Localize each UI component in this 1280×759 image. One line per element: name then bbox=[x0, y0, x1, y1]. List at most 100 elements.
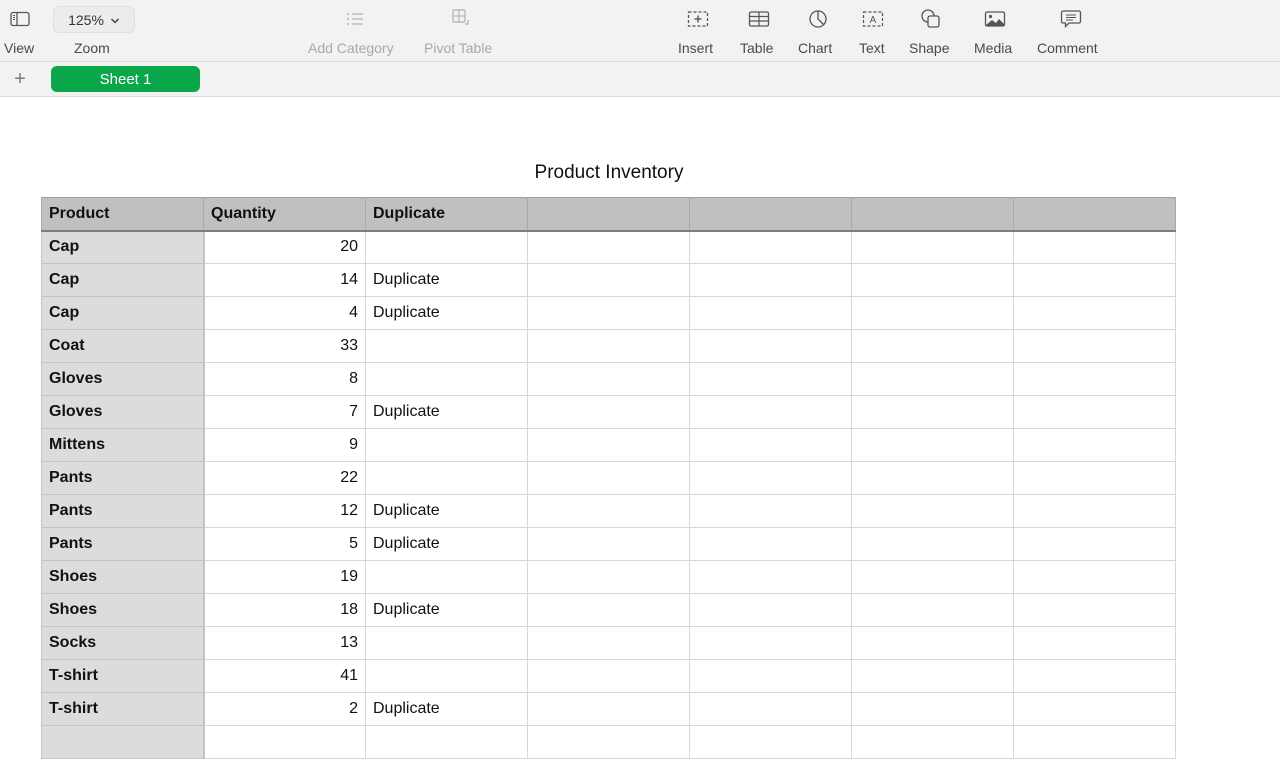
empty-cell[interactable] bbox=[1013, 230, 1176, 264]
duplicate-cell[interactable] bbox=[365, 362, 528, 396]
empty-cell[interactable] bbox=[527, 527, 690, 561]
empty-cell[interactable] bbox=[527, 593, 690, 627]
empty-cell[interactable] bbox=[527, 296, 690, 330]
empty-cell[interactable] bbox=[689, 692, 852, 726]
empty-cell[interactable] bbox=[851, 593, 1014, 627]
duplicate-cell[interactable] bbox=[365, 626, 528, 660]
comment-button[interactable]: Comment bbox=[1035, 0, 1107, 62]
empty-cell[interactable] bbox=[689, 725, 852, 759]
duplicate-cell[interactable] bbox=[365, 461, 528, 495]
empty-cell[interactable] bbox=[527, 263, 690, 297]
quantity-cell[interactable]: 5 bbox=[203, 527, 366, 561]
insert-button[interactable]: Insert bbox=[675, 0, 721, 62]
quantity-cell[interactable]: 9 bbox=[203, 428, 366, 462]
product-cell[interactable]: T-shirt bbox=[41, 692, 205, 726]
quantity-cell[interactable]: 22 bbox=[203, 461, 366, 495]
duplicate-cell[interactable]: Duplicate bbox=[365, 527, 528, 561]
quantity-cell[interactable]: 14 bbox=[203, 263, 366, 297]
quantity-cell[interactable]: 18 bbox=[203, 593, 366, 627]
table-button[interactable]: Table bbox=[738, 0, 780, 62]
empty-cell[interactable] bbox=[689, 362, 852, 396]
empty-cell[interactable] bbox=[527, 560, 690, 594]
empty-cell[interactable] bbox=[527, 395, 690, 429]
empty-cell[interactable] bbox=[851, 692, 1014, 726]
empty-cell[interactable] bbox=[689, 329, 852, 363]
empty-cell[interactable] bbox=[527, 428, 690, 462]
quantity-cell[interactable]: 13 bbox=[203, 626, 366, 660]
product-cell[interactable]: Mittens bbox=[41, 428, 205, 462]
duplicate-cell[interactable] bbox=[365, 560, 528, 594]
column-header[interactable] bbox=[1013, 197, 1176, 232]
product-cell[interactable]: Coat bbox=[41, 329, 205, 363]
column-header[interactable] bbox=[527, 197, 690, 232]
empty-cell[interactable] bbox=[1013, 527, 1176, 561]
quantity-cell[interactable] bbox=[203, 725, 366, 759]
shape-button[interactable]: Shape bbox=[906, 0, 956, 62]
empty-cell[interactable] bbox=[689, 230, 852, 264]
empty-cell[interactable] bbox=[1013, 428, 1176, 462]
empty-cell[interactable] bbox=[851, 494, 1014, 528]
empty-cell[interactable] bbox=[1013, 725, 1176, 759]
empty-cell[interactable] bbox=[1013, 593, 1176, 627]
empty-cell[interactable] bbox=[1013, 395, 1176, 429]
empty-cell[interactable] bbox=[851, 428, 1014, 462]
empty-cell[interactable] bbox=[851, 296, 1014, 330]
product-cell[interactable]: T-shirt bbox=[41, 659, 205, 693]
chart-button[interactable]: Chart bbox=[797, 0, 839, 62]
empty-cell[interactable] bbox=[851, 230, 1014, 264]
empty-cell[interactable] bbox=[527, 362, 690, 396]
empty-cell[interactable] bbox=[851, 395, 1014, 429]
empty-cell[interactable] bbox=[851, 626, 1014, 660]
empty-cell[interactable] bbox=[851, 263, 1014, 297]
empty-cell[interactable] bbox=[1013, 626, 1176, 660]
empty-cell[interactable] bbox=[527, 692, 690, 726]
empty-cell[interactable] bbox=[1013, 560, 1176, 594]
empty-cell[interactable] bbox=[689, 527, 852, 561]
quantity-cell[interactable]: 41 bbox=[203, 659, 366, 693]
empty-cell[interactable] bbox=[527, 461, 690, 495]
add-sheet-button[interactable]: + bbox=[10, 67, 30, 91]
duplicate-cell[interactable] bbox=[365, 725, 528, 759]
quantity-cell[interactable]: 4 bbox=[203, 296, 366, 330]
product-cell[interactable]: Pants bbox=[41, 461, 205, 495]
empty-cell[interactable] bbox=[689, 263, 852, 297]
table-title[interactable]: Product Inventory bbox=[0, 162, 1218, 184]
column-header[interactable]: Product bbox=[41, 197, 204, 232]
quantity-cell[interactable]: 8 bbox=[203, 362, 366, 396]
duplicate-cell[interactable] bbox=[365, 659, 528, 693]
empty-cell[interactable] bbox=[527, 230, 690, 264]
empty-cell[interactable] bbox=[1013, 362, 1176, 396]
quantity-cell[interactable]: 2 bbox=[203, 692, 366, 726]
empty-cell[interactable] bbox=[851, 725, 1014, 759]
column-header[interactable]: Quantity bbox=[203, 197, 366, 232]
empty-cell[interactable] bbox=[527, 329, 690, 363]
product-cell[interactable]: Cap bbox=[41, 296, 205, 330]
empty-cell[interactable] bbox=[1013, 692, 1176, 726]
empty-cell[interactable] bbox=[851, 560, 1014, 594]
duplicate-cell[interactable]: Duplicate bbox=[365, 263, 528, 297]
view-button[interactable]: View bbox=[0, 0, 40, 62]
quantity-cell[interactable]: 19 bbox=[203, 560, 366, 594]
product-cell[interactable]: Socks bbox=[41, 626, 205, 660]
product-cell[interactable]: Cap bbox=[41, 263, 205, 297]
duplicate-cell[interactable]: Duplicate bbox=[365, 692, 528, 726]
quantity-cell[interactable]: 20 bbox=[203, 230, 366, 264]
empty-cell[interactable] bbox=[689, 428, 852, 462]
empty-cell[interactable] bbox=[851, 527, 1014, 561]
duplicate-cell[interactable] bbox=[365, 329, 528, 363]
empty-cell[interactable] bbox=[851, 659, 1014, 693]
empty-cell[interactable] bbox=[1013, 296, 1176, 330]
duplicate-cell[interactable] bbox=[365, 230, 528, 264]
duplicate-cell[interactable]: Duplicate bbox=[365, 593, 528, 627]
empty-cell[interactable] bbox=[689, 461, 852, 495]
empty-cell[interactable] bbox=[689, 395, 852, 429]
product-cell[interactable]: Shoes bbox=[41, 560, 205, 594]
empty-cell[interactable] bbox=[851, 461, 1014, 495]
empty-cell[interactable] bbox=[689, 560, 852, 594]
column-header[interactable] bbox=[689, 197, 852, 232]
empty-cell[interactable] bbox=[1013, 263, 1176, 297]
empty-cell[interactable] bbox=[689, 659, 852, 693]
product-cell[interactable]: Cap bbox=[41, 230, 205, 264]
product-cell[interactable]: Gloves bbox=[41, 362, 205, 396]
empty-cell[interactable] bbox=[689, 296, 852, 330]
